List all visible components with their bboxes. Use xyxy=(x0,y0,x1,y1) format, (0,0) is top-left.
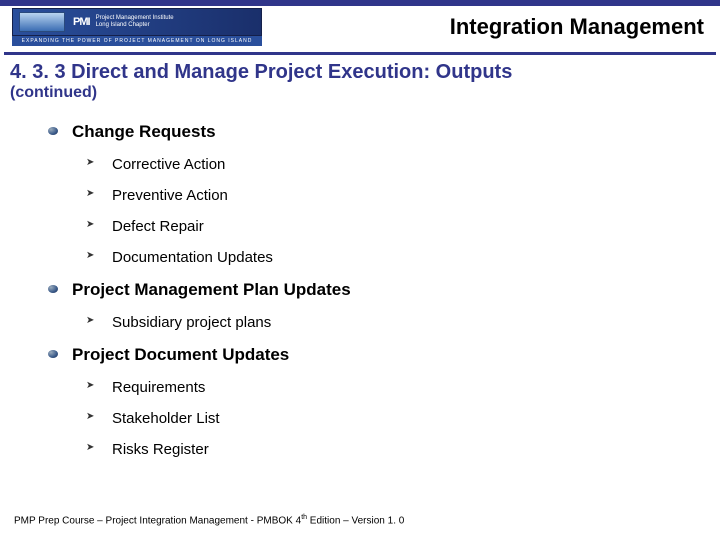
page-title: Integration Management xyxy=(262,14,708,40)
section-title: 4. 3. 3 Direct and Manage Project Execut… xyxy=(0,55,720,84)
bullet-list: Change Requests Corrective Action Preven… xyxy=(48,122,710,458)
logo-image xyxy=(19,12,65,32)
content-area: Change Requests Corrective Action Preven… xyxy=(0,122,720,458)
logo-block: PMI Project Management Institute Long Is… xyxy=(12,8,262,46)
list-item: Stakeholder List xyxy=(86,410,710,427)
footer-suffix: Edition – Version 1. 0 xyxy=(307,515,404,526)
list-item: Project Management Plan Updates Subsidia… xyxy=(48,280,710,331)
list-item: Documentation Updates xyxy=(86,249,710,266)
logo-org-text: Project Management Institute Long Island… xyxy=(96,15,174,29)
continued-label: (continued) xyxy=(0,84,720,112)
logo-pmi-text: PMI xyxy=(73,16,90,28)
pmi-logo: PMI Project Management Institute Long Is… xyxy=(12,8,262,36)
list-item: Risks Register xyxy=(86,441,710,458)
org-line2: Long Island Chapter xyxy=(96,22,174,29)
logo-tagline: EXPANDING THE POWER OF PROJECT MANAGEMEN… xyxy=(12,36,262,46)
list-item: Project Document Updates Requirements St… xyxy=(48,345,710,458)
list-item: Requirements xyxy=(86,379,710,396)
list-item: Defect Repair xyxy=(86,218,710,235)
header: PMI Project Management Institute Long Is… xyxy=(0,6,720,52)
list-item-label: Change Requests xyxy=(72,122,216,141)
list-item-label: Project Document Updates xyxy=(72,345,289,364)
list-item: Change Requests Corrective Action Preven… xyxy=(48,122,710,266)
list-item: Preventive Action xyxy=(86,187,710,204)
slide: PMI Project Management Institute Long Is… xyxy=(0,0,720,540)
list-item: Subsidiary project plans xyxy=(86,314,710,331)
sub-list: Corrective Action Preventive Action Defe… xyxy=(86,156,710,266)
footer-prefix: PMP Prep Course – Project Integration Ma… xyxy=(14,515,301,526)
sub-list: Requirements Stakeholder List Risks Regi… xyxy=(86,379,710,458)
org-line1: Project Management Institute xyxy=(96,15,174,22)
sub-list: Subsidiary project plans xyxy=(86,314,710,331)
list-item: Corrective Action xyxy=(86,156,710,173)
footer: PMP Prep Course – Project Integration Ma… xyxy=(14,514,404,526)
list-item-label: Project Management Plan Updates xyxy=(72,280,351,299)
